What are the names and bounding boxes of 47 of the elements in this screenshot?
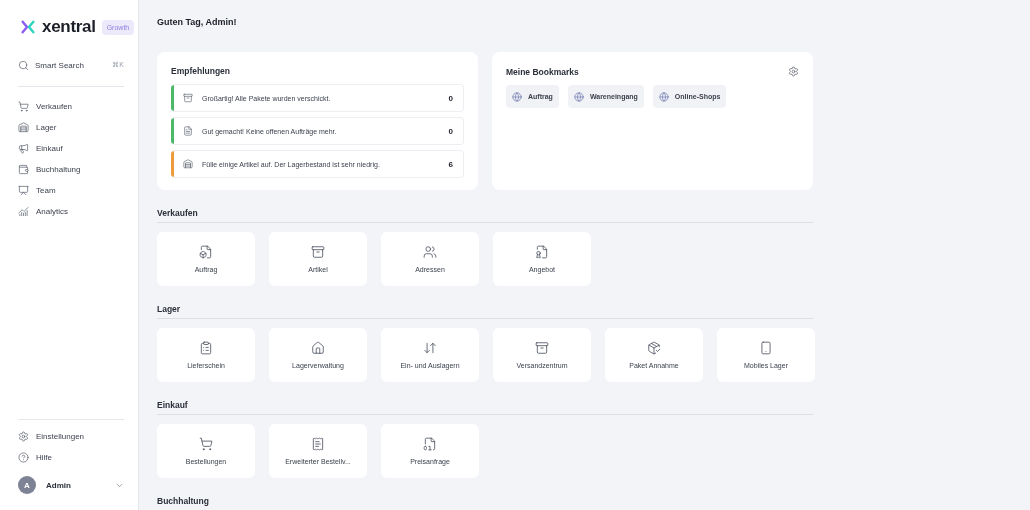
nav-item[interactable]: Einkauf: [18, 138, 124, 159]
arrows-icon: [423, 341, 437, 355]
receipt-icon: [311, 437, 325, 451]
nav-item[interactable]: Buchhaltung: [18, 159, 124, 180]
phone-icon: [759, 341, 773, 355]
document-icon: [423, 437, 437, 451]
search-icon: [18, 59, 29, 71]
nav-item[interactable]: Lager: [18, 117, 124, 138]
checklist-icon: [199, 341, 213, 355]
house-icon: [311, 341, 325, 355]
box-icon: [311, 245, 325, 259]
people-icon: [423, 245, 437, 259]
nav-item[interactable]: Einstellungen: [18, 426, 124, 447]
board-icon: [18, 185, 29, 196]
globe-icon: [658, 91, 669, 102]
warehouse-icon: [183, 159, 193, 169]
user-menu[interactable]: A Admin: [18, 474, 124, 496]
nav-item[interactable]: Team: [18, 180, 124, 201]
section-title: Lager: [157, 304, 813, 319]
file-icon: [199, 245, 213, 259]
card-title: Meine Bookmarks: [506, 66, 579, 77]
greeting: Guten Tag, Admin!: [157, 17, 238, 27]
section-title: Buchhaltung: [157, 496, 813, 510]
section-title: Verkaufen: [157, 208, 813, 223]
nav-item[interactable]: Verkaufen: [18, 96, 124, 117]
warehouse-icon: [18, 122, 29, 133]
logo-icon: [20, 19, 36, 35]
wallet-icon: [18, 164, 29, 175]
cart-icon: [18, 101, 29, 112]
box-icon: [535, 341, 549, 355]
cart-icon: [199, 437, 213, 451]
help-icon: [18, 452, 29, 463]
megaphone-icon: [18, 143, 29, 154]
box-icon: [183, 93, 193, 103]
avatar: A: [18, 476, 36, 494]
settings-icon: [18, 431, 29, 442]
nav-item[interactable]: Analytics: [18, 201, 124, 222]
logo: xentral: [42, 17, 96, 37]
document-icon: [183, 126, 193, 136]
card-title: Empfehlungen: [171, 66, 232, 76]
settings-icon[interactable]: [788, 66, 799, 77]
box-check-icon: [647, 341, 661, 355]
globe-icon: [512, 91, 522, 102]
globe-icon: [573, 91, 584, 102]
nav-item[interactable]: Hilfe: [18, 447, 124, 468]
section-title: Einkauf: [157, 400, 813, 415]
chart-icon: [18, 206, 29, 217]
